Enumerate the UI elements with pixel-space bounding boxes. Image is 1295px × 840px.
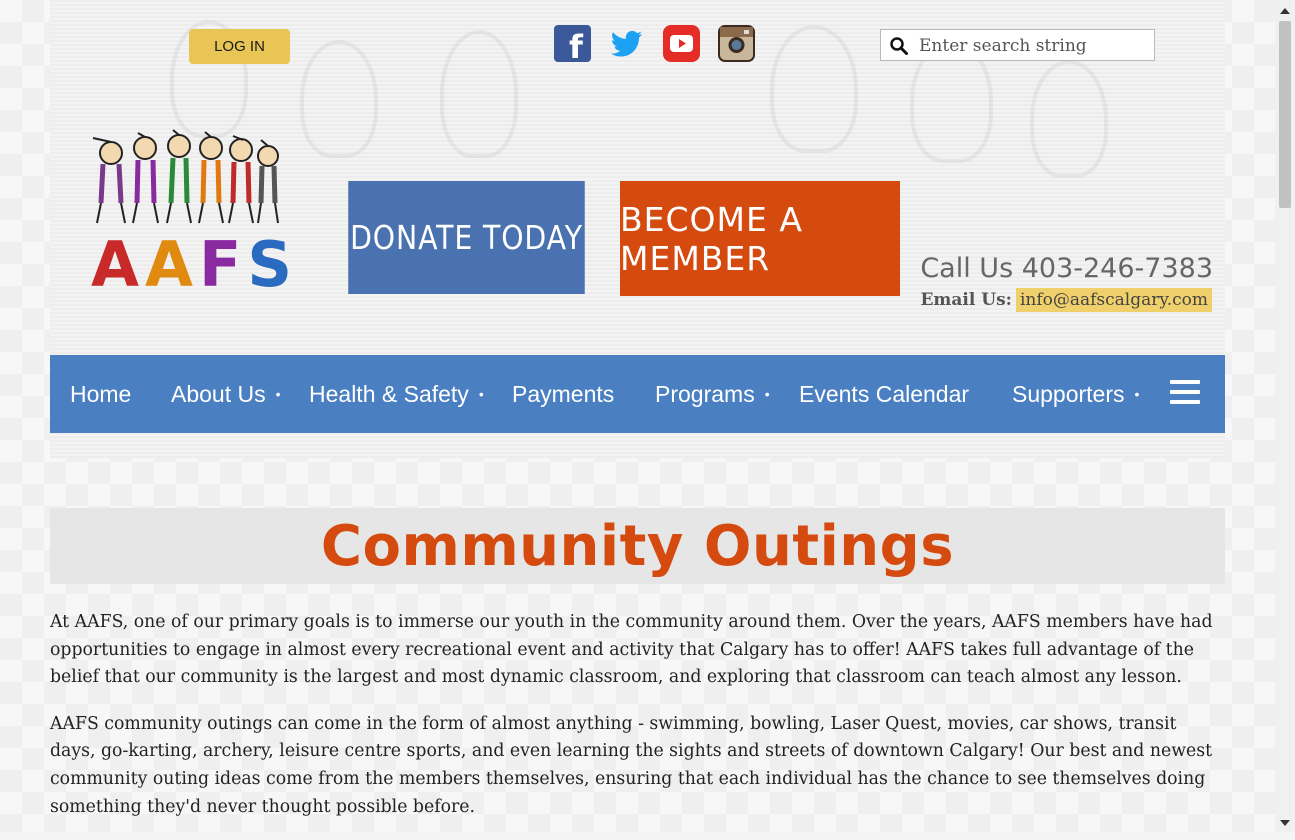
nav-payments[interactable]: Payments [512,355,614,433]
svg-text:f: f [569,28,584,62]
nav-health-safety[interactable]: Health & Safety • [309,355,484,433]
nav-about-us[interactable]: About Us • [171,355,281,433]
youtube-icon[interactable] [663,25,700,62]
facebook-icon[interactable]: f [554,25,591,66]
submenu-indicator: • [1134,386,1140,402]
page-content: At AAFS, one of our primary goals is to … [50,609,1225,840]
submenu-indicator: • [764,386,770,402]
background-figure [770,25,858,153]
nav-label: Payments [512,380,615,407]
phone-number: Call Us 403-246-7383 [920,253,1213,284]
background-figure [440,30,518,158]
donate-button[interactable]: DONATE TODAY [348,181,585,294]
nav-supporters[interactable]: Supporters • [1012,355,1139,433]
background-figure [300,40,378,158]
nav-label: Health & Safety [309,380,469,407]
scroll-thumb[interactable] [1279,21,1291,208]
email-link[interactable]: info@aafscalgary.com [1015,288,1212,312]
nav-label: Home [70,380,132,407]
nav-programs[interactable]: Programs • [655,355,770,433]
nav-label: Supporters [1012,380,1125,407]
nav-events-calendar[interactable]: Events Calendar [799,355,969,433]
page-title: Community Outings [320,513,955,579]
search-field[interactable] [880,29,1155,61]
login-button[interactable]: LOG IN [189,29,290,64]
page-title-band: Community Outings [50,508,1225,584]
email-row: Email Us: info@aafscalgary.com [920,288,1212,312]
nav-label: About Us [171,380,266,407]
email-label: Email Us: [920,290,1012,310]
search-input[interactable] [917,32,1151,60]
background-figure [1030,60,1108,178]
logo-wordmark: AAFS [91,228,298,301]
instagram-icon[interactable] [718,25,755,62]
become-member-button[interactable]: BECOME A MEMBER [620,181,900,296]
nav-label: Programs [655,380,755,407]
twitter-icon[interactable] [609,25,646,62]
search-icon[interactable] [890,37,908,59]
scrollbar[interactable] [1275,0,1295,832]
content-paragraph: At AAFS, one of our primary goals is to … [50,612,1213,688]
nav-home[interactable]: Home [70,355,131,433]
scroll-down-arrow-icon[interactable] [1280,820,1290,826]
content-paragraph: AAFS community outings can come in the f… [50,713,1213,817]
nav-label: Events Calendar [799,380,970,407]
main-navigation: Home About Us • Health & Safety • Paymen… [50,355,1225,433]
submenu-indicator: • [275,386,281,402]
submenu-indicator: • [478,386,484,402]
scroll-up-arrow-icon[interactable] [1280,8,1290,14]
hamburger-menu-icon[interactable] [1170,380,1200,406]
